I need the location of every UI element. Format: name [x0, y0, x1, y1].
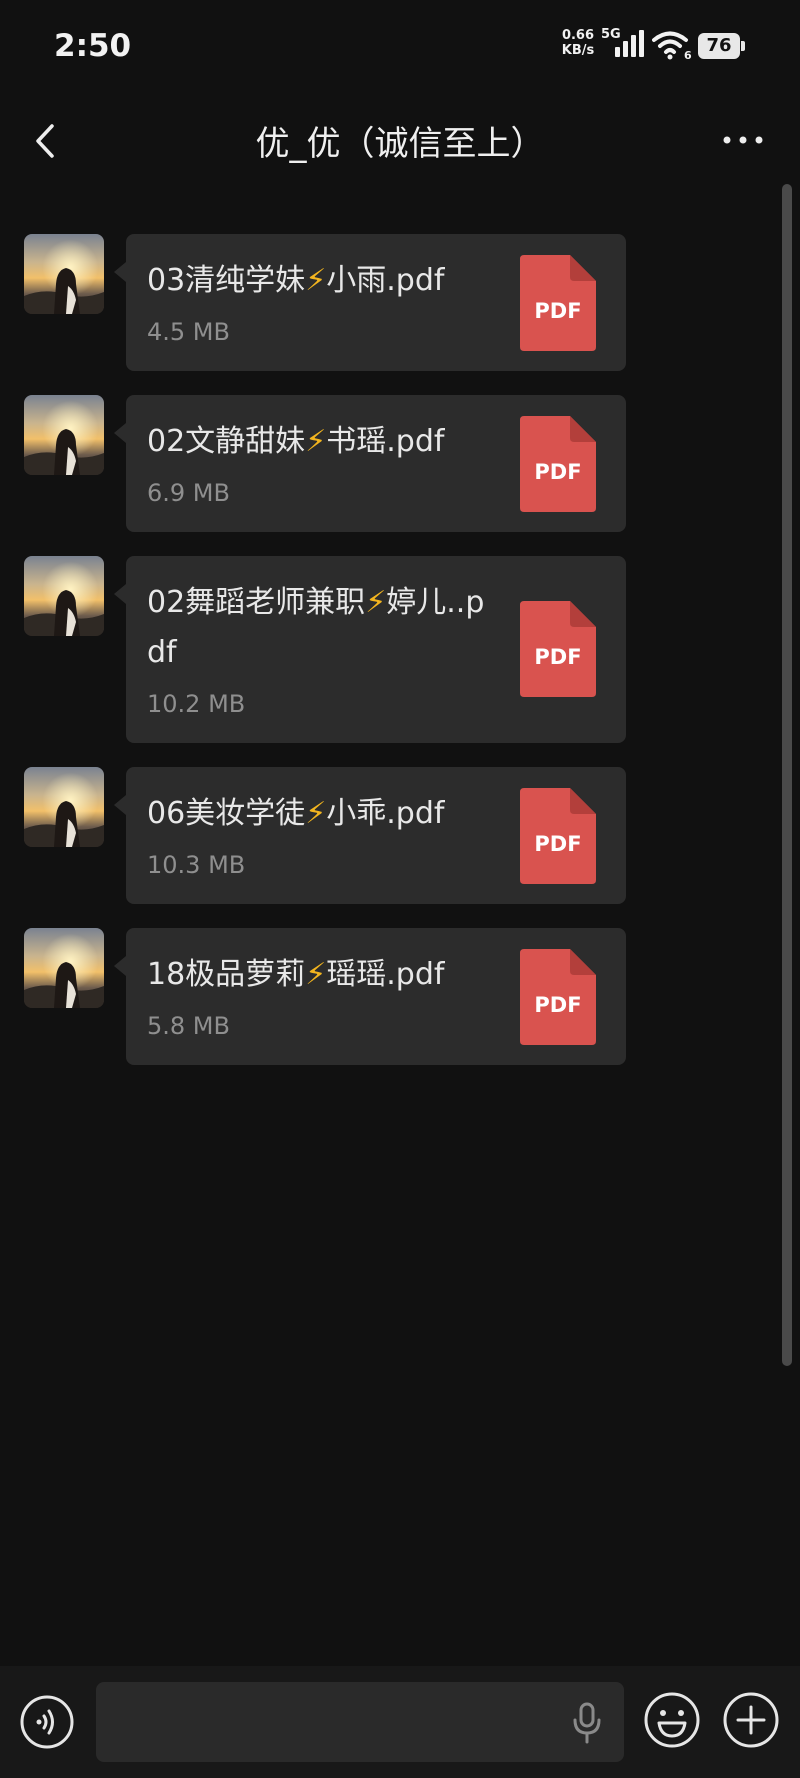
status-time: 2:50	[54, 28, 132, 64]
back-button[interactable]	[24, 116, 66, 166]
avatar[interactable]	[24, 556, 104, 636]
lightning-emoji: ⚡	[365, 585, 387, 620]
chat-title: 优_优（诚信至上）	[255, 124, 545, 164]
lightning-emoji: ⚡	[305, 263, 327, 298]
add-attachment-button[interactable]	[722, 1691, 780, 1749]
file-message-bubble[interactable]: 03清纯学妹⚡小雨.pdf 4.5 MB PDF	[114, 234, 626, 371]
avatar[interactable]	[24, 234, 104, 314]
network-speed: 0.66 KB/s	[558, 28, 598, 58]
signal-icon	[615, 30, 644, 57]
file-size: 4.5 MB	[147, 318, 230, 346]
pdf-label: PDF	[534, 645, 581, 669]
file-name: 06美妆学徒⚡小乖.pdf	[147, 796, 445, 831]
file-name: 03清纯学妹⚡小雨.pdf	[147, 263, 445, 298]
avatar[interactable]	[24, 767, 104, 847]
voice-mode-button[interactable]	[19, 1694, 75, 1750]
file-name: 02舞蹈老师兼职⚡婷儿..pdf	[147, 585, 485, 670]
pdf-file-icon: PDF	[520, 416, 596, 512]
wifi-sub-label: 6	[684, 49, 692, 60]
chat-input-bar	[0, 1666, 800, 1778]
pdf-label: PDF	[534, 993, 581, 1017]
file-name: 18极品萝莉⚡瑶瑶.pdf	[147, 957, 445, 992]
lightning-emoji: ⚡	[305, 424, 327, 459]
pdf-file-icon: PDF	[520, 255, 596, 351]
wifi-icon: 6	[652, 31, 692, 60]
lightning-emoji: ⚡	[305, 796, 327, 831]
pdf-file-icon: PDF	[520, 788, 596, 884]
message-input[interactable]	[96, 1682, 624, 1762]
pdf-label: PDF	[534, 460, 581, 484]
lightning-emoji: ⚡	[305, 957, 327, 992]
chat-header: 优_优（诚信至上）	[0, 92, 800, 188]
pdf-file-icon: PDF	[520, 601, 596, 697]
file-size: 10.2 MB	[147, 690, 246, 718]
avatar[interactable]	[24, 928, 104, 1008]
battery-level: 76	[706, 35, 732, 56]
pdf-file-icon: PDF	[520, 949, 596, 1045]
file-size: 5.8 MB	[147, 1012, 230, 1040]
microphone-icon[interactable]	[570, 1702, 604, 1744]
file-message-bubble[interactable]: 06美妆学徒⚡小乖.pdf 10.3 MB PDF	[114, 767, 626, 904]
emoji-button[interactable]	[643, 1691, 701, 1749]
network-speed-unit: KB/s	[561, 43, 595, 58]
network-speed-value: 0.66	[561, 28, 595, 43]
status-bar: 2:50 0.66 KB/s 5G 6 76	[0, 0, 800, 92]
file-size: 10.3 MB	[147, 851, 246, 879]
scrollbar[interactable]	[782, 184, 792, 1366]
more-options-button[interactable]	[718, 120, 768, 160]
file-size: 6.9 MB	[147, 479, 230, 507]
file-message-bubble[interactable]: 02舞蹈老师兼职⚡婷儿..pdf 10.2 MB PDF	[114, 556, 626, 743]
file-name: 02文静甜妹⚡书瑶.pdf	[147, 424, 445, 459]
file-message-bubble[interactable]: 18极品萝莉⚡瑶瑶.pdf 5.8 MB PDF	[114, 928, 626, 1065]
battery-icon: 76	[698, 33, 746, 59]
file-message-bubble[interactable]: 02文静甜妹⚡书瑶.pdf 6.9 MB PDF	[114, 395, 626, 532]
pdf-label: PDF	[534, 299, 581, 323]
avatar[interactable]	[24, 395, 104, 475]
pdf-label: PDF	[534, 832, 581, 856]
